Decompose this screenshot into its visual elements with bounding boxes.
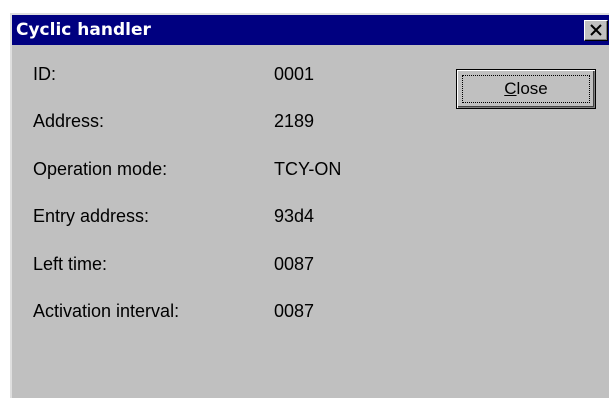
cyclic-handler-dialog: Cyclic handler ID: 0001 Address: 2189 Op…: [10, 13, 609, 398]
activation-interval-value: 0087: [274, 301, 315, 321]
address-value: 2189: [274, 111, 315, 131]
close-icon: [590, 24, 602, 36]
activation-interval-label: Activation interval:: [33, 301, 180, 321]
title-close-button[interactable]: [584, 20, 608, 41]
title-bar[interactable]: Cyclic handler: [12, 15, 609, 45]
operation-mode-label: Operation mode:: [33, 159, 168, 179]
close-button[interactable]: Close: [456, 69, 596, 109]
close-button-label: Close: [457, 79, 595, 99]
left-time-value: 0087: [274, 254, 315, 274]
entry-address-value: 93d4: [274, 206, 315, 226]
id-value: 0001: [274, 64, 315, 84]
id-label: ID:: [33, 64, 57, 84]
entry-address-label: Entry address:: [33, 206, 150, 226]
close-mnemonic: C: [504, 79, 517, 98]
window-title: Cyclic handler: [16, 20, 151, 40]
address-label: Address:: [33, 111, 105, 131]
left-time-label: Left time:: [33, 254, 108, 274]
operation-mode-value: TCY-ON: [274, 159, 342, 179]
close-label-rest: lose: [516, 79, 548, 98]
